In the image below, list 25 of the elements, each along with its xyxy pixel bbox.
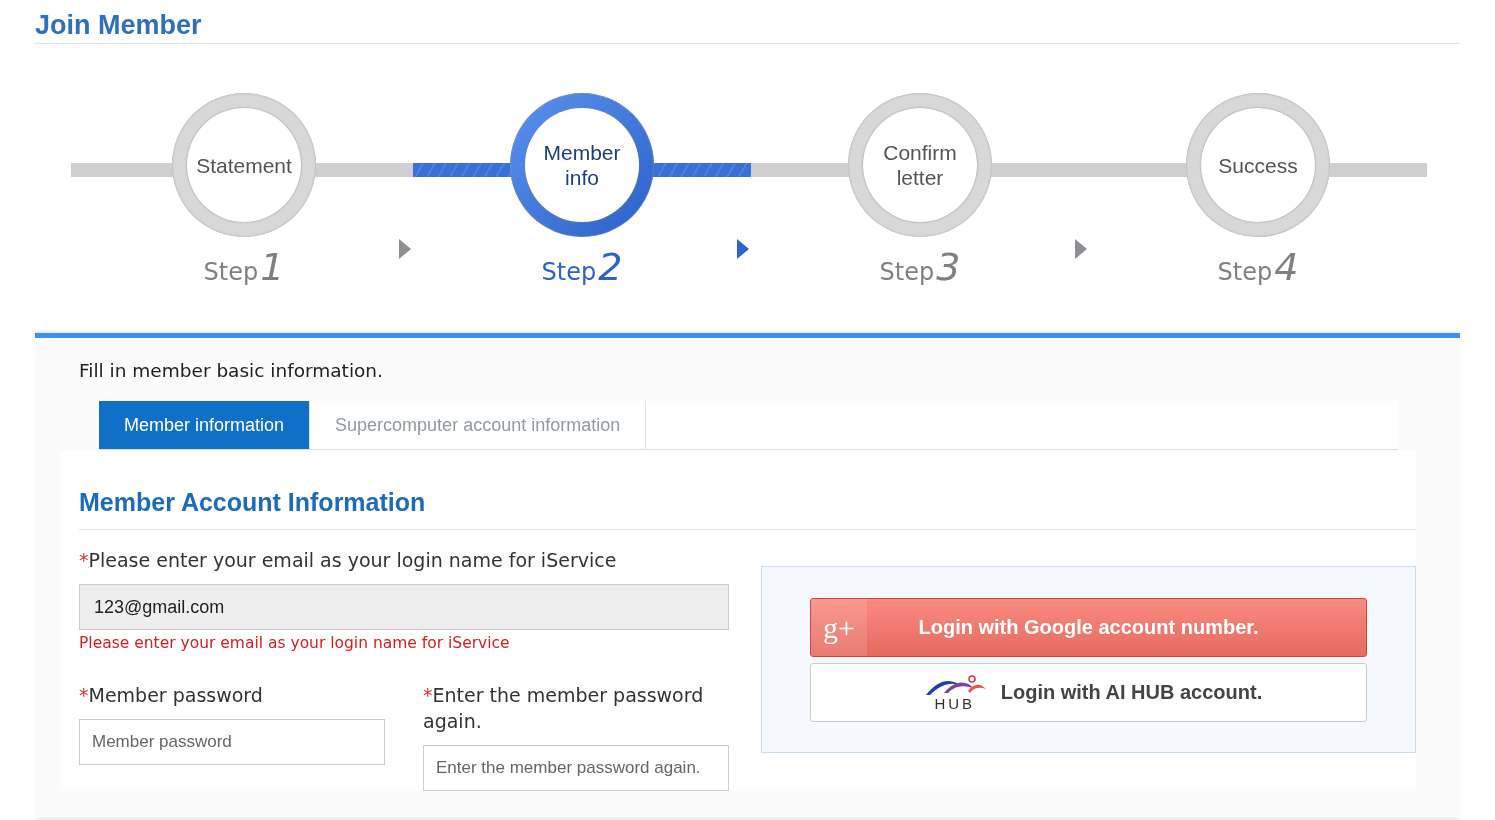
field-label: *Member password <box>79 683 264 708</box>
password-field[interactable]: Member password <box>79 719 385 765</box>
aihub-logo: HUB <box>914 674 995 711</box>
step-number: Step4 <box>1217 245 1299 289</box>
arrow-right-icon <box>399 239 411 259</box>
page-title: Join Member <box>35 0 1460 44</box>
field-label: *Enter the member password again. <box>423 683 705 734</box>
step-label: Statement <box>195 152 293 178</box>
field-label: *Please enter your email as your login name for iService <box>79 548 618 573</box>
arrow-right-icon <box>737 239 749 259</box>
step-label: Member info <box>542 140 622 190</box>
tab[interactable]: Member information <box>99 401 311 449</box>
arrow-right-icon <box>1075 239 1087 259</box>
google-login-button[interactable]: g+ Login with Google account number. <box>810 598 1367 657</box>
aihub-login-button[interactable]: HUB Login with AI HUB account. <box>810 663 1367 722</box>
intro-text: Fill in member basic information. <box>78 359 384 383</box>
step-number: Step2 <box>541 245 623 289</box>
step-label: Confirm letter <box>882 140 958 190</box>
step-number: Step 1 <box>203 245 285 289</box>
step-label: Success <box>1217 152 1299 178</box>
section-title: Member Account Information <box>79 450 1416 530</box>
email-field[interactable]: 123@gmail.com <box>79 584 729 630</box>
error-message: Please enter your email as your login name for iService <box>79 634 511 652</box>
step-number: Step3 <box>879 245 961 289</box>
password-confirm-field[interactable]: Enter the member password again. <box>423 745 729 791</box>
